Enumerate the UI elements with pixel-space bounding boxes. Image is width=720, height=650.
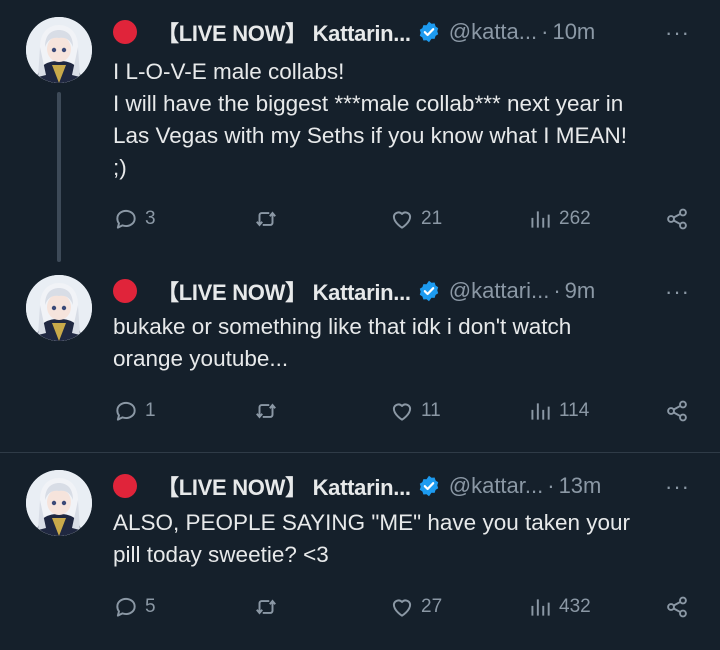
like-button[interactable]: 21 <box>389 206 442 232</box>
avatar[interactable] <box>26 17 92 83</box>
views-button[interactable]: 432 <box>527 594 591 620</box>
like-count: 21 <box>421 208 443 229</box>
action-bar: 1 11 114 <box>113 398 698 428</box>
like-button[interactable]: 27 <box>389 594 442 620</box>
text-line: Las Vegas with my Seths if you know what… <box>113 123 627 148</box>
repost-icon <box>253 206 279 232</box>
like-count: 11 <box>421 400 441 421</box>
avatar[interactable] <box>26 275 92 341</box>
tweet-header: 【LIVE NOW】 Kattarin... @katta... · 10m <box>113 14 595 50</box>
repost-button[interactable] <box>253 398 285 424</box>
tweet-header: 【LIVE NOW】 Kattarin... @kattari... · 9m <box>113 273 595 309</box>
handle[interactable]: @katta... <box>449 19 537 45</box>
share-button[interactable] <box>664 594 696 620</box>
tweet-3[interactable]: 【LIVE NOW】 Kattarin... @kattar... · 13m … <box>0 453 720 650</box>
live-dot-icon <box>113 20 137 44</box>
text-line: I will have the biggest ***male collab**… <box>113 91 624 116</box>
views-icon <box>527 398 553 424</box>
verified-badge-icon <box>417 474 441 498</box>
view-count: 432 <box>559 596 591 617</box>
repost-button[interactable] <box>253 206 285 232</box>
share-icon <box>664 398 690 424</box>
views-button[interactable]: 114 <box>527 398 589 424</box>
action-bar: 5 27 432 <box>113 594 698 624</box>
more-dots-icon[interactable]: ··· <box>665 474 690 500</box>
reply-icon <box>113 594 139 620</box>
avatar[interactable] <box>26 470 92 536</box>
view-count: 262 <box>559 208 591 229</box>
tweet-header: 【LIVE NOW】 Kattarin... @kattar... · 13m <box>113 468 601 504</box>
more-dots-icon[interactable]: ··· <box>665 20 690 46</box>
tweet-text: ALSO, PEOPLE SAYING "ME" have you taken … <box>113 507 693 571</box>
repost-icon <box>253 594 279 620</box>
repost-icon <box>253 398 279 424</box>
text-line: ;) <box>113 155 127 180</box>
share-icon <box>664 594 690 620</box>
more-dots-icon[interactable]: ··· <box>665 279 690 305</box>
timestamp[interactable]: 13m <box>559 473 602 499</box>
like-count: 27 <box>421 596 443 617</box>
display-name[interactable]: 【LIVE NOW】 Kattarin... <box>157 470 411 502</box>
text-line: I L-O-V-E male collabs! <box>113 59 345 84</box>
view-count: 114 <box>559 400 590 421</box>
live-dot-icon <box>113 279 137 303</box>
reply-icon <box>113 398 139 424</box>
timestamp[interactable]: 10m <box>552 19 595 45</box>
reply-count: 3 <box>145 208 156 229</box>
action-bar: 3 21 262 <box>113 206 698 236</box>
reply-button[interactable]: 5 <box>113 594 156 620</box>
heart-icon <box>389 206 415 232</box>
share-icon <box>664 206 690 232</box>
views-button[interactable]: 262 <box>527 206 591 232</box>
like-button[interactable]: 11 <box>389 398 441 424</box>
heart-icon <box>389 594 415 620</box>
separator-dot: · <box>541 19 549 44</box>
views-icon <box>527 206 553 232</box>
separator-dot: · <box>547 473 555 498</box>
reply-count: 1 <box>145 400 156 421</box>
reply-button[interactable]: 1 <box>113 398 156 424</box>
tweet-2[interactable]: 【LIVE NOW】 Kattarin... @kattari... · 9m … <box>0 262 720 450</box>
text-line: pill today sweetie? <3 <box>113 542 329 567</box>
text-line: ALSO, PEOPLE SAYING "ME" have you taken … <box>113 510 631 535</box>
handle[interactable]: @kattar... <box>449 473 543 499</box>
reply-icon <box>113 206 139 232</box>
display-name[interactable]: 【LIVE NOW】 Kattarin... <box>157 275 411 307</box>
display-name[interactable]: 【LIVE NOW】 Kattarin... <box>157 16 411 48</box>
tweet-1[interactable]: 【LIVE NOW】 Kattarin... @katta... · 10m ·… <box>0 0 720 262</box>
live-dot-icon <box>113 474 137 498</box>
verified-badge-icon <box>417 279 441 303</box>
text-line: bukake or something like that idk i don'… <box>113 314 572 339</box>
tweet-text: I L-O-V-E male collabs! I will have the … <box>113 56 693 184</box>
views-icon <box>527 594 553 620</box>
share-button[interactable] <box>664 206 696 232</box>
repost-button[interactable] <box>253 594 285 620</box>
text-line: orange youtube... <box>113 346 289 371</box>
reply-button[interactable]: 3 <box>113 206 156 232</box>
heart-icon <box>389 398 415 424</box>
timestamp[interactable]: 9m <box>565 278 596 304</box>
share-button[interactable] <box>664 398 696 424</box>
tweet-text: bukake or something like that idk i don'… <box>113 311 693 375</box>
reply-count: 5 <box>145 596 156 617</box>
handle[interactable]: @kattari... <box>449 278 550 304</box>
separator-dot: · <box>553 278 561 303</box>
verified-badge-icon <box>417 20 441 44</box>
